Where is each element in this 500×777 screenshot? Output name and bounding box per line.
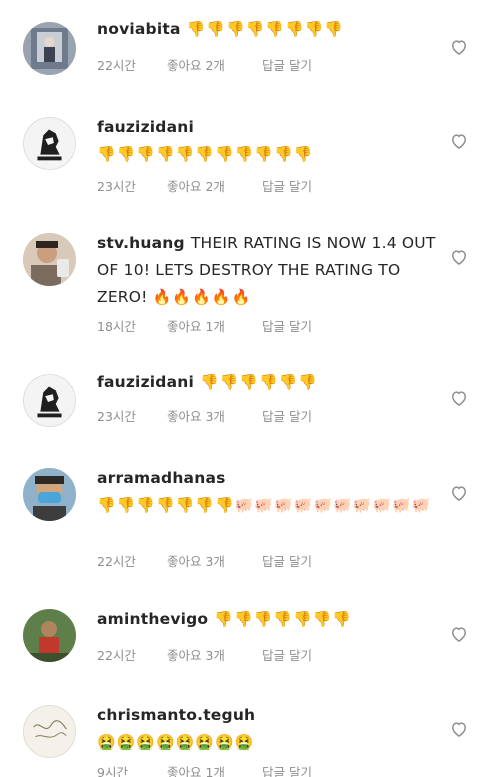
avatar-image bbox=[23, 609, 76, 662]
comment-likes[interactable]: 좋아요 1개 bbox=[167, 762, 262, 777]
comment-likes[interactable]: 좋아요 2개 bbox=[167, 55, 262, 74]
comment-time: 18시간 bbox=[97, 319, 136, 334]
avatar[interactable] bbox=[23, 22, 76, 75]
comment-time: 9시간 bbox=[97, 765, 128, 777]
avatar-image bbox=[23, 468, 76, 521]
comment-likes[interactable]: 좋아요 1개 bbox=[167, 316, 262, 335]
reply-button[interactable]: 답글 달기 bbox=[262, 762, 312, 777]
like-heart-icon[interactable] bbox=[449, 624, 469, 644]
comment-time: 23시간 bbox=[97, 179, 136, 194]
comment-username[interactable]: stv.huang bbox=[97, 234, 185, 252]
comment-time: 22시간 bbox=[97, 554, 136, 569]
comment-likes[interactable]: 좋아요 2개 bbox=[167, 176, 262, 195]
comment-username[interactable]: aminthevigo bbox=[97, 610, 208, 628]
avatar[interactable] bbox=[23, 233, 76, 286]
avatar[interactable] bbox=[23, 609, 76, 662]
reply-button[interactable]: 답글 달기 bbox=[262, 551, 312, 570]
comment-likes[interactable]: 좋아요 3개 bbox=[167, 551, 262, 570]
lion-logo-icon bbox=[24, 118, 75, 169]
avatar-image bbox=[23, 22, 76, 75]
reply-button[interactable]: 답글 달기 bbox=[262, 645, 312, 664]
reply-button[interactable]: 답글 달기 bbox=[262, 406, 312, 425]
comment-username[interactable]: arramadhanas bbox=[97, 469, 226, 487]
reply-button[interactable]: 답글 달기 bbox=[262, 176, 312, 195]
signature-logo-icon bbox=[24, 706, 75, 757]
comment-time: 22시간 bbox=[97, 58, 136, 73]
avatar[interactable] bbox=[23, 117, 76, 170]
comment-username[interactable]: fauzizidani bbox=[97, 373, 194, 391]
comment-likes[interactable]: 좋아요 3개 bbox=[167, 645, 262, 664]
comment-emoji: 👎👎👎👎👎👎 bbox=[200, 373, 319, 391]
comment-time: 22시간 bbox=[97, 648, 136, 663]
comment-username[interactable]: chrismanto.teguh bbox=[97, 706, 255, 724]
like-heart-icon[interactable] bbox=[449, 483, 469, 503]
avatar[interactable] bbox=[23, 705, 76, 758]
like-heart-icon[interactable] bbox=[449, 131, 469, 151]
avatar[interactable] bbox=[23, 468, 76, 521]
like-heart-icon[interactable] bbox=[449, 719, 469, 739]
comment-time: 23시간 bbox=[97, 409, 136, 424]
avatar[interactable] bbox=[23, 374, 76, 427]
comment-emoji: 👎👎👎👎👎👎👎👎👎👎👎 bbox=[97, 145, 314, 163]
comment-emoji: 🔥🔥🔥🔥🔥 bbox=[152, 288, 252, 306]
comment-emoji: 👎👎👎👎👎👎👎👎 bbox=[186, 20, 345, 38]
comment-username[interactable]: noviabita bbox=[97, 20, 181, 38]
comment-emoji: 🤮🤮🤮🤮🤮🤮🤮🤮 bbox=[97, 733, 255, 751]
comment-emoji: 👎👎👎👎👎👎👎 bbox=[214, 610, 353, 628]
reply-button[interactable]: 답글 달기 bbox=[262, 55, 312, 74]
reply-button[interactable]: 답글 달기 bbox=[262, 316, 312, 335]
comment-username[interactable]: fauzizidani bbox=[97, 118, 194, 136]
like-heart-icon[interactable] bbox=[449, 247, 469, 267]
lion-logo-icon bbox=[24, 375, 75, 426]
avatar-image bbox=[23, 233, 76, 286]
comment-likes[interactable]: 좋아요 3개 bbox=[167, 406, 262, 425]
like-heart-icon[interactable] bbox=[449, 388, 469, 408]
like-heart-icon[interactable] bbox=[449, 37, 469, 57]
comment-emoji: 👎👎👎👎👎👎👎🐖🐖🐖🐖🐖🐖🐖🐖🐖🐖 bbox=[97, 496, 432, 514]
